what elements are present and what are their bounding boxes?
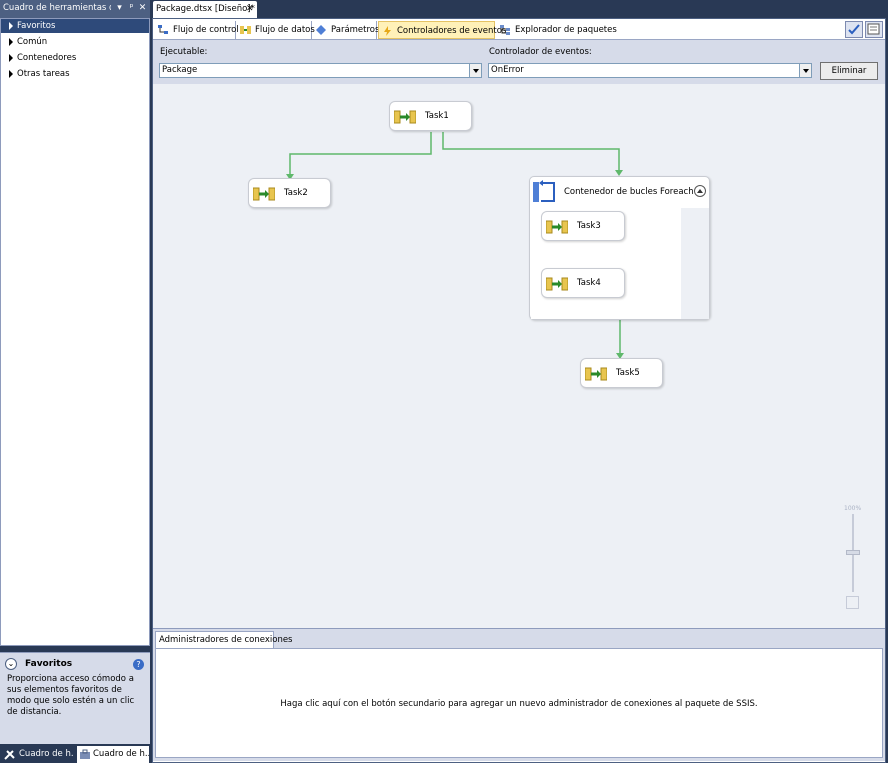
task-label: Task2 [284,188,308,198]
connection-managers-hint: Haga clic aquí con el botón secundario p… [280,699,758,709]
foreach-loop-icon [533,180,555,202]
zoom-label: 100% [844,505,862,512]
task-label: Task4 [577,278,601,288]
task-node[interactable]: Task3 [541,211,625,241]
zoom-control: 100% [843,505,863,615]
zoom-thumb[interactable] [846,550,860,555]
fit-to-window-icon[interactable] [846,596,859,609]
execute-task-icon [585,367,607,381]
task-label: Task5 [616,368,640,378]
task-node[interactable]: Task1 [389,101,472,131]
constraint-task1-task2[interactable] [289,132,432,175]
container-margin [681,208,709,319]
execute-task-icon [253,187,275,201]
container-label: Contenedor de bucles Foreach [564,187,694,197]
constraint-task1-foreach[interactable] [442,132,620,171]
task-node[interactable]: Task4 [541,268,625,298]
execute-task-icon [546,220,568,234]
task-label: Task1 [425,111,449,121]
execute-task-icon [394,110,416,124]
execute-task-icon [546,277,568,291]
tab-connection-managers[interactable]: Administradores de conexiones [155,631,293,648]
task-node[interactable]: Task5 [580,358,663,388]
foreach-loop-container[interactable]: Contenedor de bucles Foreach [529,176,710,320]
collapse-icon[interactable] [694,185,706,197]
connection-managers-area[interactable]: Haga clic aquí con el botón secundario p… [155,648,883,758]
task-label: Task3 [577,221,601,231]
task-node[interactable]: Task2 [248,178,331,208]
